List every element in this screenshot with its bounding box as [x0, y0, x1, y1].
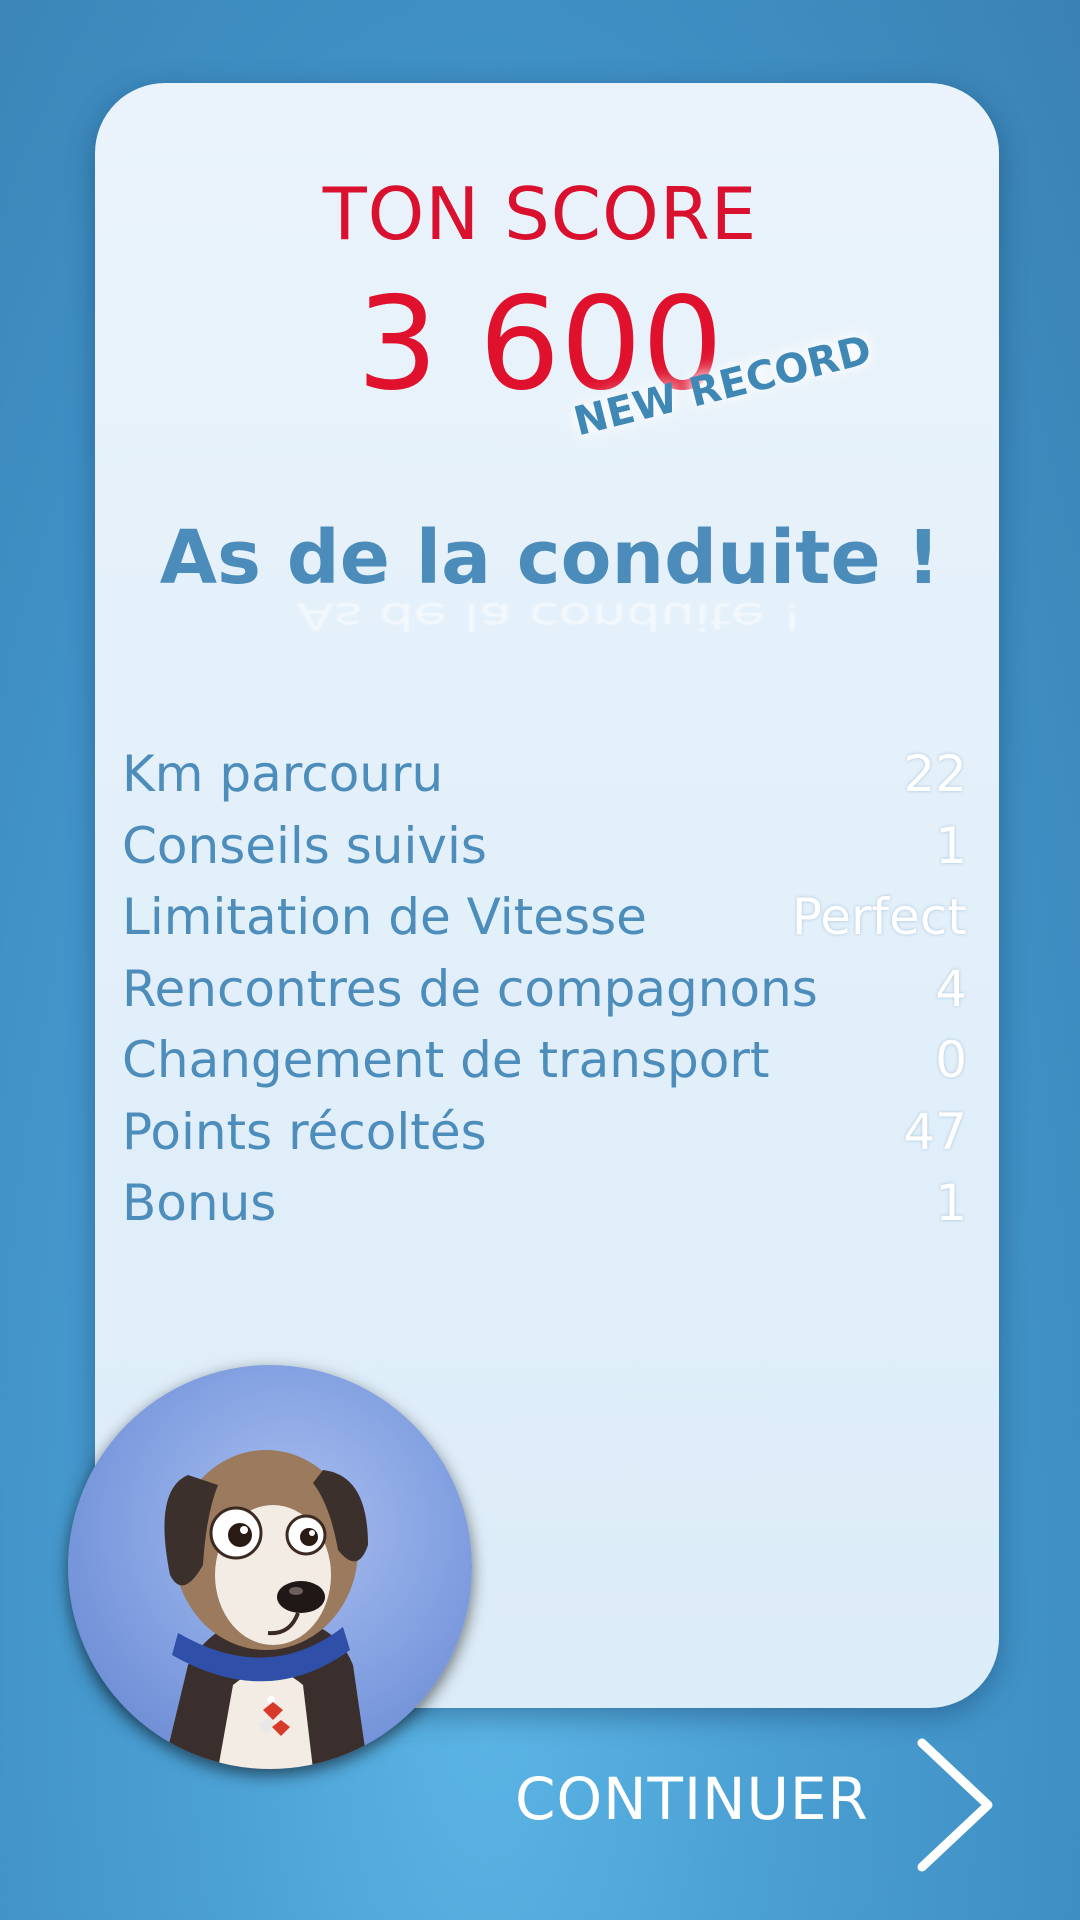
- stat-row-transport-change: Changement de transport 0: [122, 1031, 967, 1103]
- dog-mascot-icon: [163, 1450, 368, 1769]
- stat-label: Limitation de Vitesse: [122, 888, 647, 946]
- chevron-right-icon[interactable]: [910, 1735, 1000, 1875]
- stat-label: Conseils suivis: [122, 816, 487, 875]
- rank-title: As de la conduite !: [159, 515, 941, 601]
- stat-label: Points récoltés: [122, 1102, 487, 1161]
- stat-row-km: Km parcouru 22: [122, 745, 967, 817]
- stat-value: 4: [935, 959, 967, 1018]
- score-title: TON SCORE: [322, 172, 758, 256]
- stat-row-companions: Rencontres de compagnons 4: [122, 960, 967, 1032]
- stat-label: Km parcouru: [122, 745, 444, 803]
- stat-value: 1: [935, 816, 967, 875]
- stat-value: 0: [935, 1031, 967, 1089]
- stat-value: 47: [903, 1102, 967, 1161]
- mascot-avatar: [68, 1365, 472, 1769]
- score-value: 3 600: [356, 270, 724, 419]
- stat-label: Bonus: [122, 1174, 277, 1232]
- stat-row-points: Points récoltés 47: [122, 1103, 967, 1175]
- stat-row-speed-limit: Limitation de Vitesse Perfect: [122, 888, 967, 960]
- stat-label: Changement de transport: [122, 1031, 770, 1089]
- stat-value: 22: [903, 745, 967, 803]
- stat-value: 1: [935, 1174, 967, 1232]
- stat-value: Perfect: [791, 888, 967, 946]
- stats-list: Km parcouru 22 Conseils suivis 1 Limitat…: [122, 745, 967, 1246]
- stat-row-tips: Conseils suivis 1: [122, 817, 967, 889]
- stat-row-bonus: Bonus 1: [122, 1174, 967, 1246]
- stat-label: Rencontres de compagnons: [122, 959, 818, 1018]
- rank-title-reflection: As de la conduite !: [297, 594, 803, 639]
- continue-button[interactable]: CONTINUER: [515, 1765, 869, 1833]
